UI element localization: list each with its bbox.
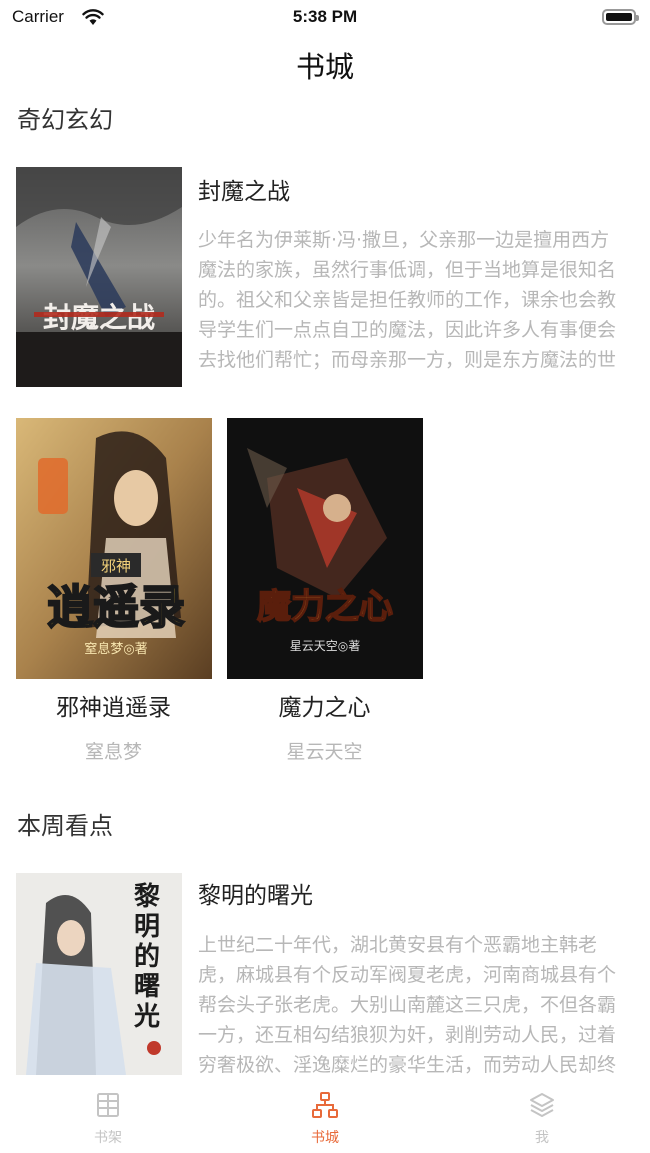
tab-me[interactable]: 我 — [434, 1075, 650, 1153]
grid-book-author: 星云天空 — [286, 741, 363, 763]
book-description: 少年名为伊莱斯·冯·撒旦，父亲那一边是擅用西方魔法的家族，虽然行事低调，但于当地… — [198, 229, 617, 371]
grid-book-title[interactable]: 邪神逍遥录 — [16, 688, 211, 722]
tab-label: 书城 — [311, 1130, 339, 1146]
cover-title-text: 封魔之战 — [43, 301, 155, 334]
battery-icon — [602, 9, 639, 25]
book-title[interactable]: 封魔之战 — [198, 172, 290, 206]
status-bar: Carrier 5:38 PM — [0, 0, 650, 36]
tab-bar: 书架 书城 我 — [0, 1075, 650, 1153]
grid-book-title[interactable]: 魔力之心 — [227, 688, 422, 722]
tab-label: 书架 — [94, 1130, 122, 1146]
tab-label: 我 — [535, 1130, 549, 1146]
layers-icon — [530, 1093, 554, 1117]
book-cover-moli[interactable]: 魔力之心 星云天空◎著 — [227, 418, 423, 679]
page-title: 书城 — [295, 50, 354, 84]
section-title-fantasy: 奇幻玄幻 — [17, 106, 113, 134]
book-cover-xieshen[interactable]: 邪神 逍遥录 窒息梦◎著 — [16, 418, 212, 679]
cover-badge-text: 邪神 — [101, 557, 131, 575]
tab-bookshelf[interactable]: 书架 — [0, 1075, 216, 1153]
cover-title-text: 逍遥录 — [47, 580, 185, 634]
cover-author-text: 窒息梦◎著 — [84, 641, 147, 657]
cover-author-text: 星云天空◎著 — [290, 639, 360, 653]
grid-book-author: 窒息梦 — [84, 741, 142, 763]
book-description: 上世纪二十年代，湖北黄安县有个恶霸地主韩老虎，麻城县有个反动军阀夏老虎，河南商城… — [198, 934, 617, 1075]
book-cover-liming[interactable]: 黎 明 的 曙 光 — [16, 873, 182, 1075]
book-cover-fengmo[interactable]: 封魔之战 — [16, 167, 182, 387]
bookshelf-icon — [97, 1093, 119, 1117]
cover-title-text: 魔力之心 — [257, 587, 393, 627]
status-time: 5:38 PM — [292, 7, 358, 26]
section-title-weekly: 本周看点 — [17, 812, 113, 840]
tab-bookstore[interactable]: 书城 — [217, 1075, 433, 1153]
bookstore-icon — [312, 1092, 338, 1118]
book-title[interactable]: 黎明的曙光 — [198, 876, 313, 910]
